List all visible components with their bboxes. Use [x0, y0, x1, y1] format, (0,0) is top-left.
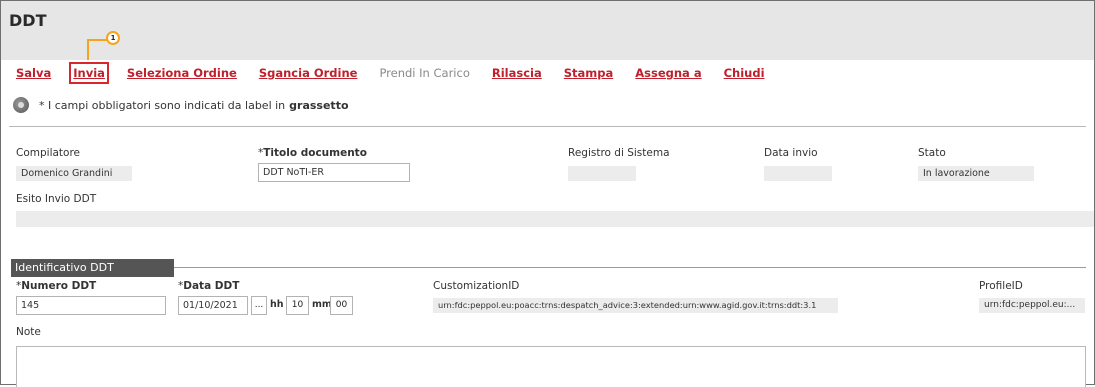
salva-button[interactable]: Salva — [16, 66, 51, 80]
seleziona-ordine-button[interactable]: Seleziona Ordine — [127, 66, 237, 80]
mandatory-fields-note: * I campi obbligatori sono indicati da l… — [13, 97, 349, 113]
date-picker-button[interactable]: ... — [251, 296, 267, 315]
section-title: Identificativo DDT — [11, 259, 174, 277]
esito-label: Esito Invio DDT — [16, 193, 97, 205]
toolbar: Salva Invia Seleziona Ordine Sgancia Ord… — [16, 62, 787, 84]
compilatore-label: Compilatore — [16, 147, 81, 159]
titolo-documento-input[interactable]: DDT NoTI-ER — [258, 163, 410, 182]
header-bar: DDT — [1, 1, 1094, 60]
data-ddt-label-text: Data DDT — [183, 280, 240, 292]
chiudi-button[interactable]: Chiudi — [724, 66, 765, 80]
prendi-in-carico-button: Prendi In Carico — [379, 66, 470, 80]
titolo-documento-label-text: Titolo documento — [263, 147, 367, 159]
data-ddt-label: *Data DDT — [178, 280, 239, 292]
titolo-documento-label: *Titolo documento — [258, 147, 367, 159]
page-title: DDT — [9, 11, 47, 30]
sgancia-ordine-button[interactable]: Sgancia Ordine — [259, 66, 358, 80]
data-invio-label: Data invio — [764, 147, 818, 159]
invia-button[interactable]: Invia — [69, 62, 109, 84]
esito-field — [16, 211, 1094, 227]
registro-label: Registro di Sistema — [568, 147, 670, 159]
mandatory-note-bold: grassetto — [289, 98, 349, 112]
stato-label: Stato — [918, 147, 946, 159]
note-label: Note — [16, 326, 41, 338]
divider — [9, 126, 1086, 127]
document-window: DDT 1 Salva Invia Seleziona Ordine Sganc… — [0, 0, 1095, 387]
mandatory-note-text: * I campi obbligatori sono indicati da l… — [39, 98, 286, 112]
customization-id-field: urn:fdc:peppol.eu:poacc:trns:despatch_ad… — [433, 298, 838, 313]
rilascia-button[interactable]: Rilascia — [492, 66, 542, 80]
numero-ddt-label-text: Numero DDT — [21, 280, 97, 292]
numero-ddt-input[interactable]: 145 — [16, 296, 166, 315]
registro-field — [568, 166, 636, 181]
section-divider — [174, 267, 1086, 268]
callout-badge: 1 — [106, 31, 120, 45]
profile-id-field: urn:fdc:peppol.eu:... — [979, 298, 1085, 313]
customization-id-label: CustomizationID — [433, 280, 520, 292]
data-invio-field — [764, 166, 832, 181]
stato-field: In lavorazione — [918, 166, 1034, 181]
note-textarea[interactable] — [16, 346, 1086, 387]
stampa-button[interactable]: Stampa — [564, 66, 614, 80]
info-icon — [13, 97, 29, 113]
assegna-a-button[interactable]: Assegna a — [635, 66, 701, 80]
data-ddt-input[interactable]: 01/10/2021 — [178, 296, 248, 315]
numero-ddt-label: *Numero DDT — [16, 280, 96, 292]
minute-input[interactable]: 00 — [330, 296, 353, 315]
mm-label: mm — [312, 299, 332, 310]
profile-id-label: ProfileID — [979, 280, 1023, 292]
hour-input[interactable]: 10 — [286, 296, 309, 315]
hh-label: hh — [270, 299, 284, 310]
compilatore-field: Domenico Grandini — [16, 166, 132, 181]
